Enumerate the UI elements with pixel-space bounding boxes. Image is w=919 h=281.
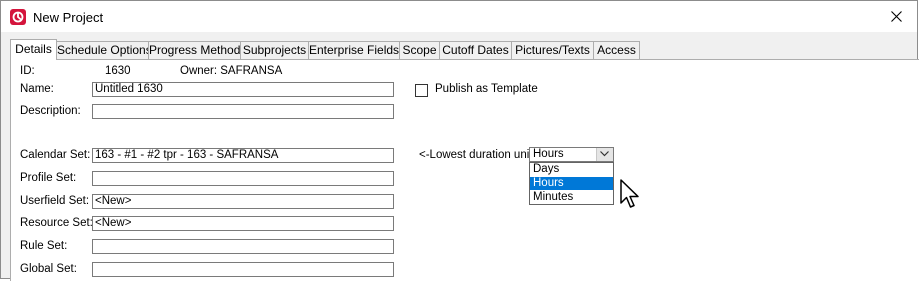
rule-set-field[interactable] [92, 239, 394, 254]
owner-text: Owner: SAFRANSA [180, 65, 283, 77]
duration-units-value: Hours [533, 148, 564, 160]
description-label: Description: [20, 105, 81, 117]
option-minutes[interactable]: Minutes [530, 191, 613, 204]
close-icon [891, 11, 902, 22]
global-set-label: Global Set: [20, 263, 77, 275]
publish-template-label: Publish as Template [435, 83, 538, 95]
resource-set-label: Resource Set: [20, 217, 93, 229]
global-set-field[interactable] [92, 262, 394, 277]
duration-units-select[interactable]: Hours [529, 147, 614, 162]
option-hours[interactable]: Hours [530, 177, 613, 190]
rule-set-label: Rule Set: [20, 240, 68, 252]
tab-details[interactable]: Details [10, 39, 57, 60]
window-title: New Project [33, 10, 104, 25]
description-field[interactable] [92, 104, 394, 119]
mouse-pointer-icon [620, 179, 642, 214]
userfield-set-field[interactable]: <New> [92, 194, 394, 209]
tab-subprojects[interactable]: Subprojects [240, 41, 309, 59]
tab-scope[interactable]: Scope [399, 41, 440, 59]
duration-units-dropdown-button[interactable] [596, 148, 613, 161]
tab-progress-method[interactable]: Progress Method [148, 41, 241, 59]
calendar-set-label: Calendar Set: [20, 149, 91, 161]
tab-access[interactable]: Access [593, 41, 640, 59]
duration-units-options: Days Hours Minutes [529, 162, 614, 205]
close-button[interactable] [877, 1, 917, 32]
profile-set-field[interactable] [92, 171, 394, 186]
profile-set-label: Profile Set: [20, 172, 77, 184]
new-project-dialog: New Project Details Schedule Options Pro… [0, 0, 919, 281]
tab-schedule-options[interactable]: Schedule Options [56, 41, 152, 59]
title-bar[interactable]: New Project [1, 1, 917, 32]
resource-set-field[interactable]: <New> [92, 216, 394, 231]
duration-units-label: <-Lowest duration units [419, 149, 539, 161]
calendar-set-field[interactable]: 163 - #1 - #2 tpr - 163 - SAFRANSA [92, 148, 394, 163]
app-logo-icon [10, 9, 26, 25]
tab-pictures-texts[interactable]: Pictures/Texts [511, 41, 594, 59]
userfield-set-label: Userfield Set: [20, 195, 90, 207]
id-label: ID: [20, 65, 35, 77]
id-value: 1630 [105, 65, 131, 77]
tab-enterprise-fields[interactable]: Enterprise Fields [308, 41, 400, 59]
name-field[interactable]: Untitled 1630 [92, 82, 394, 97]
tab-cutoff-dates[interactable]: Cutoff Dates [439, 41, 512, 59]
chevron-down-icon [600, 151, 609, 157]
publish-template-checkbox[interactable] [415, 84, 428, 97]
name-label: Name: [20, 83, 54, 95]
option-days[interactable]: Days [530, 163, 613, 176]
